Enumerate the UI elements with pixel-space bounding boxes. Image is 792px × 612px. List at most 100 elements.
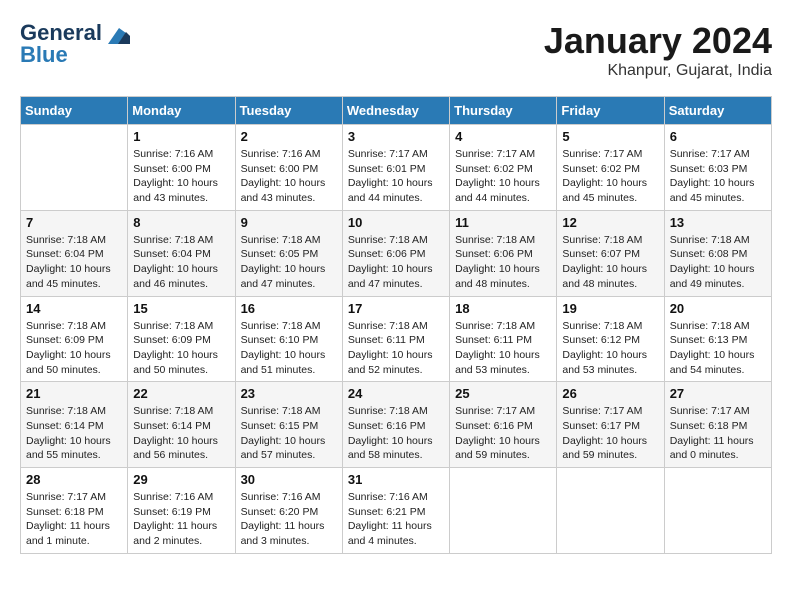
calendar-week-row: 21 Sunrise: 7:18 AM Sunset: 6:14 PM Dayli… — [21, 382, 772, 468]
day-info: Sunrise: 7:18 AM Sunset: 6:04 PM Dayligh… — [133, 233, 229, 292]
day-info: Sunrise: 7:18 AM Sunset: 6:07 PM Dayligh… — [562, 233, 658, 292]
day-info: Sunrise: 7:17 AM Sunset: 6:18 PM Dayligh… — [26, 490, 122, 549]
calendar-cell: 20Sunrise: 7:18 AM Sunset: 6:13 PM Dayli… — [664, 296, 771, 382]
day-info: Sunrise: 7:17 AM Sunset: 6:02 PM Dayligh… — [562, 147, 658, 206]
day-number: 18 — [455, 301, 551, 316]
day-info: Sunrise: 7:18 AM Sunset: 6:04 PM Dayligh… — [26, 233, 122, 292]
calendar-cell: 14 Sunrise: 7:18 AM Sunset: 6:09 PM Dayli… — [21, 296, 128, 382]
calendar-cell: 29Sunrise: 7:16 AM Sunset: 6:19 PM Dayli… — [128, 468, 235, 554]
day-info: Sunrise: 7:17 AM Sunset: 6:03 PM Dayligh… — [670, 147, 766, 206]
calendar-cell — [664, 468, 771, 554]
day-info: Sunrise: 7:17 AM Sunset: 6:18 PM Dayligh… — [670, 404, 766, 463]
calendar-cell: 11 Sunrise: 7:18 AM Sunset: 6:06 PM Dayli… — [450, 210, 557, 296]
calendar-cell: 26 Sunrise: 7:17 AM Sunset: 6:17 PM Dayli… — [557, 382, 664, 468]
day-number: 2 — [241, 129, 337, 144]
weekday-header: Wednesday — [342, 97, 449, 125]
calendar-cell: 19 Sunrise: 7:18 AM Sunset: 6:12 PM Dayli… — [557, 296, 664, 382]
day-info: Sunrise: 7:17 AM Sunset: 6:17 PM Dayligh… — [562, 404, 658, 463]
calendar-cell: 1 Sunrise: 7:16 AM Sunset: 6:00 PM Daylig… — [128, 125, 235, 211]
day-number: 31 — [348, 472, 444, 487]
day-info: Sunrise: 7:18 AM Sunset: 6:16 PM Dayligh… — [348, 404, 444, 463]
calendar-header-row: SundayMondayTuesdayWednesdayThursdayFrid… — [21, 97, 772, 125]
day-number: 11 — [455, 215, 551, 230]
day-number: 19 — [562, 301, 658, 316]
day-number: 6 — [670, 129, 766, 144]
weekday-header: Tuesday — [235, 97, 342, 125]
day-info: Sunrise: 7:18 AM Sunset: 6:10 PM Dayligh… — [241, 319, 337, 378]
day-number: 25 — [455, 386, 551, 401]
calendar-cell: 2 Sunrise: 7:16 AM Sunset: 6:00 PM Daylig… — [235, 125, 342, 211]
day-number: 16 — [241, 301, 337, 316]
calendar-cell: 6 Sunrise: 7:17 AM Sunset: 6:03 PM Daylig… — [664, 125, 771, 211]
day-number: 27 — [670, 386, 766, 401]
logo-icon — [108, 28, 130, 44]
weekday-header: Monday — [128, 97, 235, 125]
calendar-cell: 16 Sunrise: 7:18 AM Sunset: 6:10 PM Dayli… — [235, 296, 342, 382]
calendar-cell: 12 Sunrise: 7:18 AM Sunset: 6:07 PM Dayli… — [557, 210, 664, 296]
calendar-cell — [21, 125, 128, 211]
page-header: General Blue January 2024 Khanpur, Gujar… — [20, 20, 772, 80]
day-number: 9 — [241, 215, 337, 230]
calendar-cell: 10 Sunrise: 7:18 AM Sunset: 6:06 PM Dayli… — [342, 210, 449, 296]
calendar-cell: 3 Sunrise: 7:17 AM Sunset: 6:01 PM Daylig… — [342, 125, 449, 211]
day-info: Sunrise: 7:18 AM Sunset: 6:13 PM Dayligh… — [670, 319, 766, 378]
day-number: 15 — [133, 301, 229, 316]
calendar-cell: 24Sunrise: 7:18 AM Sunset: 6:16 PM Dayli… — [342, 382, 449, 468]
calendar-cell: 8 Sunrise: 7:18 AM Sunset: 6:04 PM Daylig… — [128, 210, 235, 296]
calendar-cell — [450, 468, 557, 554]
day-info: Sunrise: 7:18 AM Sunset: 6:05 PM Dayligh… — [241, 233, 337, 292]
day-info: Sunrise: 7:18 AM Sunset: 6:11 PM Dayligh… — [455, 319, 551, 378]
day-info: Sunrise: 7:16 AM Sunset: 6:00 PM Dayligh… — [133, 147, 229, 206]
day-info: Sunrise: 7:18 AM Sunset: 6:15 PM Dayligh… — [241, 404, 337, 463]
day-number: 14 — [26, 301, 122, 316]
calendar-cell: 17Sunrise: 7:18 AM Sunset: 6:11 PM Dayli… — [342, 296, 449, 382]
calendar-cell: 28Sunrise: 7:17 AM Sunset: 6:18 PM Dayli… — [21, 468, 128, 554]
day-number: 17 — [348, 301, 444, 316]
day-number: 1 — [133, 129, 229, 144]
day-info: Sunrise: 7:18 AM Sunset: 6:14 PM Dayligh… — [133, 404, 229, 463]
day-info: Sunrise: 7:16 AM Sunset: 6:00 PM Dayligh… — [241, 147, 337, 206]
logo: General Blue — [20, 20, 130, 68]
logo-general: General — [20, 20, 102, 45]
day-info: Sunrise: 7:16 AM Sunset: 6:20 PM Dayligh… — [241, 490, 337, 549]
day-number: 23 — [241, 386, 337, 401]
calendar-cell: 5Sunrise: 7:17 AM Sunset: 6:02 PM Daylig… — [557, 125, 664, 211]
day-number: 26 — [562, 386, 658, 401]
day-info: Sunrise: 7:18 AM Sunset: 6:08 PM Dayligh… — [670, 233, 766, 292]
calendar-cell: 25 Sunrise: 7:17 AM Sunset: 6:16 PM Dayli… — [450, 382, 557, 468]
day-info: Sunrise: 7:18 AM Sunset: 6:06 PM Dayligh… — [348, 233, 444, 292]
location-subtitle: Khanpur, Gujarat, India — [544, 62, 772, 80]
calendar-cell: 27 Sunrise: 7:17 AM Sunset: 6:18 PM Dayli… — [664, 382, 771, 468]
weekday-header: Friday — [557, 97, 664, 125]
month-year-title: January 2024 — [544, 20, 772, 62]
day-info: Sunrise: 7:17 AM Sunset: 6:01 PM Dayligh… — [348, 147, 444, 206]
day-info: Sunrise: 7:18 AM Sunset: 6:06 PM Dayligh… — [455, 233, 551, 292]
day-info: Sunrise: 7:18 AM Sunset: 6:12 PM Dayligh… — [562, 319, 658, 378]
day-number: 10 — [348, 215, 444, 230]
title-block: January 2024 Khanpur, Gujarat, India — [544, 20, 772, 80]
calendar-cell: 21Sunrise: 7:18 AM Sunset: 6:14 PM Dayli… — [21, 382, 128, 468]
weekday-header: Thursday — [450, 97, 557, 125]
day-info: Sunrise: 7:17 AM Sunset: 6:16 PM Dayligh… — [455, 404, 551, 463]
calendar-week-row: 1 Sunrise: 7:16 AM Sunset: 6:00 PM Daylig… — [21, 125, 772, 211]
calendar-cell: 15 Sunrise: 7:18 AM Sunset: 6:09 PM Dayli… — [128, 296, 235, 382]
day-number: 8 — [133, 215, 229, 230]
calendar-week-row: 14 Sunrise: 7:18 AM Sunset: 6:09 PM Dayli… — [21, 296, 772, 382]
weekday-header: Sunday — [21, 97, 128, 125]
calendar-cell: 23 Sunrise: 7:18 AM Sunset: 6:15 PM Dayli… — [235, 382, 342, 468]
calendar-table: SundayMondayTuesdayWednesdayThursdayFrid… — [20, 96, 772, 554]
day-number: 4 — [455, 129, 551, 144]
day-number: 12 — [562, 215, 658, 230]
calendar-cell: 7 Sunrise: 7:18 AM Sunset: 6:04 PM Daylig… — [21, 210, 128, 296]
day-number: 21 — [26, 386, 122, 401]
day-number: 22 — [133, 386, 229, 401]
calendar-cell: 22 Sunrise: 7:18 AM Sunset: 6:14 PM Dayli… — [128, 382, 235, 468]
calendar-cell: 13Sunrise: 7:18 AM Sunset: 6:08 PM Dayli… — [664, 210, 771, 296]
day-info: Sunrise: 7:16 AM Sunset: 6:19 PM Dayligh… — [133, 490, 229, 549]
day-info: Sunrise: 7:18 AM Sunset: 6:09 PM Dayligh… — [133, 319, 229, 378]
calendar-cell: 18 Sunrise: 7:18 AM Sunset: 6:11 PM Dayli… — [450, 296, 557, 382]
day-number: 3 — [348, 129, 444, 144]
day-number: 30 — [241, 472, 337, 487]
day-number: 7 — [26, 215, 122, 230]
day-info: Sunrise: 7:18 AM Sunset: 6:09 PM Dayligh… — [26, 319, 122, 378]
